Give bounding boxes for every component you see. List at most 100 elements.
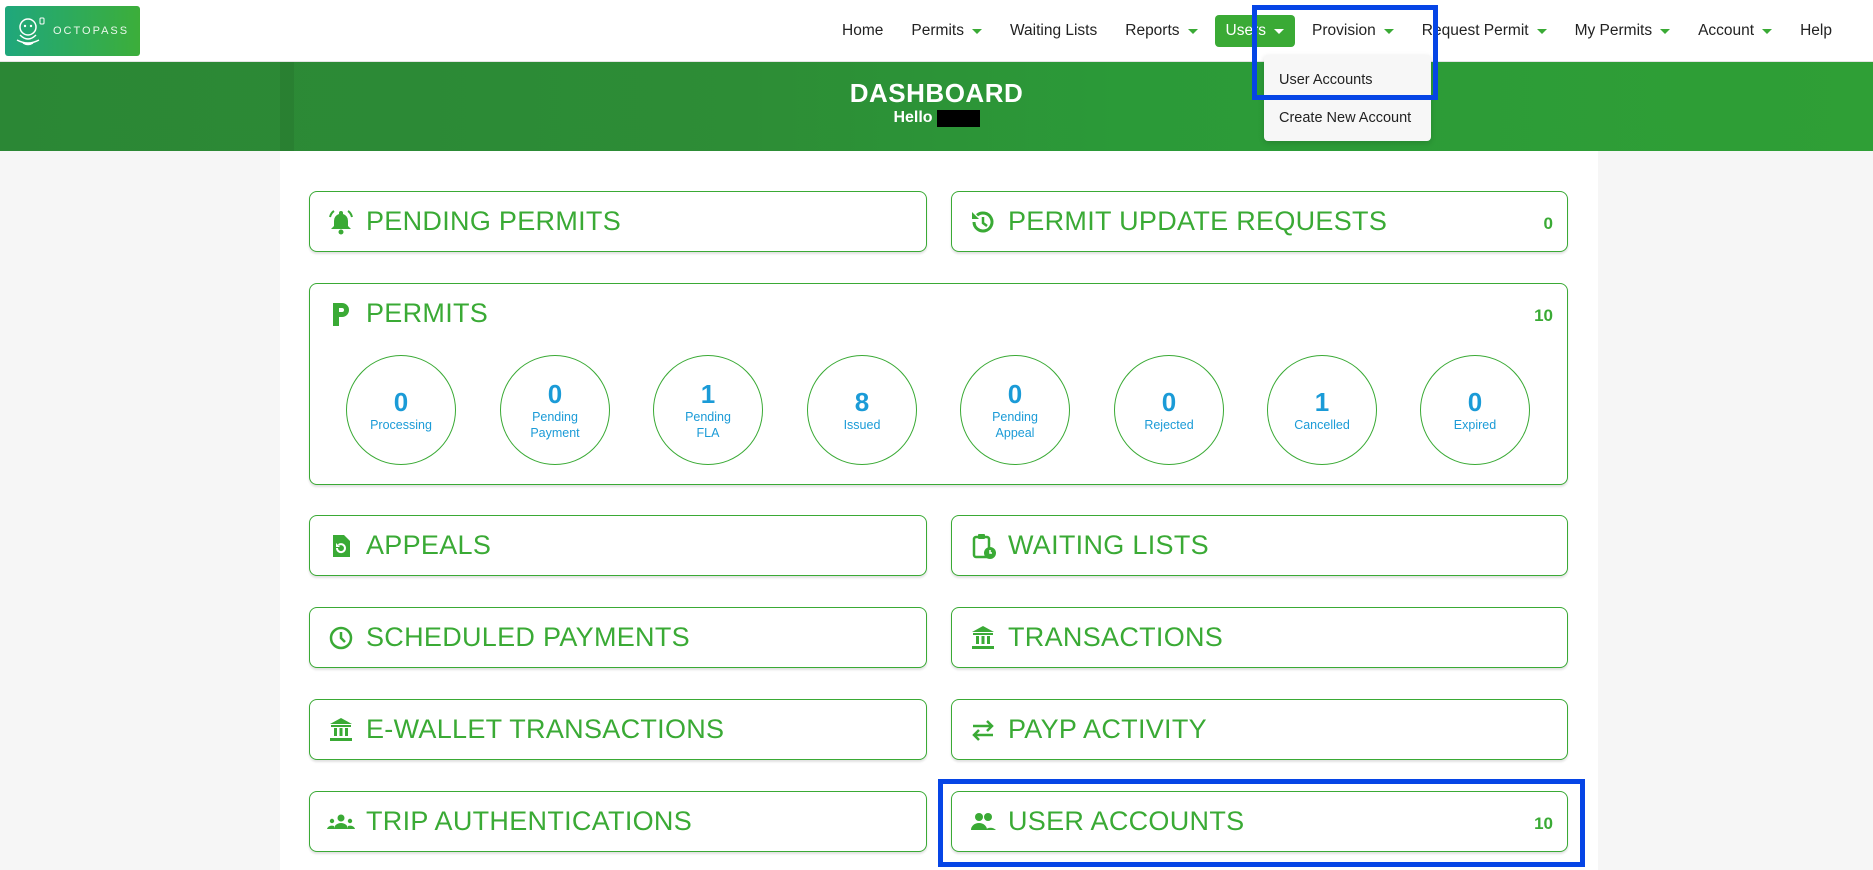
card-title: TRIP AUTHENTICATIONS <box>366 806 693 836</box>
nav-home[interactable]: Home <box>831 15 894 47</box>
redacted-username <box>936 109 980 127</box>
dashboard-banner: DASHBOARD Hello <box>0 62 1873 151</box>
octopass-logo[interactable]: OCTOPASS <box>5 6 140 56</box>
card-title: WAITING LISTS <box>1008 530 1209 560</box>
stat-rejected[interactable]: 0 Rejected <box>1114 355 1224 465</box>
bell-icon <box>329 210 353 235</box>
nav-label: Help <box>1800 22 1832 39</box>
card-permit-update-requests[interactable]: PERMIT UPDATE REQUESTS 0 <box>951 191 1568 252</box>
stat-value: 0 <box>393 387 409 417</box>
card-transactions[interactable]: TRANSACTIONS <box>951 607 1568 668</box>
bank-icon <box>330 718 352 741</box>
card-pending-permits[interactable]: PENDING PERMITS <box>309 191 927 252</box>
logo-text: OCTOPASS <box>53 25 130 37</box>
stat-value: 0 <box>547 379 563 409</box>
nav-permits[interactable]: Permits <box>900 15 993 47</box>
stat-pending-payment[interactable]: 0 Pending Payment <box>500 355 610 465</box>
stat-value: 0 <box>1467 387 1483 417</box>
caret-down-icon <box>1274 28 1285 34</box>
card-count: 10 <box>1534 814 1553 833</box>
card-title: PAYP ACTIVITY <box>1008 714 1207 744</box>
clipboard-clock-icon <box>972 534 996 559</box>
file-undo-icon <box>333 535 350 557</box>
stat-label: Issued <box>843 418 881 432</box>
card-count: 10 <box>1534 306 1553 325</box>
card-waiting-lists[interactable]: WAITING LISTS <box>951 515 1568 576</box>
exchange-arrows-icon <box>972 720 994 741</box>
nav-account[interactable]: Account <box>1687 15 1783 47</box>
stat-cancelled[interactable]: 1 Cancelled <box>1267 355 1377 465</box>
card-title: USER ACCOUNTS <box>1008 806 1245 836</box>
top-navbar: OCTOPASS Home Permits Waiting Lists Repo… <box>0 0 1873 62</box>
menu-item-create-new-account[interactable]: Create New Account <box>1264 101 1431 139</box>
stat-value: 0 <box>1161 387 1177 417</box>
card-title: PERMITS <box>366 298 489 328</box>
nav-label: Users <box>1225 22 1267 39</box>
users-dropdown-menu: User Accounts Create New Account <box>1264 55 1431 141</box>
nav-label: Home <box>842 22 884 39</box>
nav-users[interactable]: Users <box>1214 15 1296 47</box>
card-ewallet-transactions[interactable]: E-WALLET TRANSACTIONS <box>309 699 927 760</box>
bank-icon <box>972 626 994 649</box>
card-trip-authentications[interactable]: TRIP AUTHENTICATIONS <box>309 791 927 852</box>
nav-label: Request Permit <box>1421 22 1529 39</box>
greeting-text: Hello <box>893 109 933 126</box>
caret-down-icon <box>1187 28 1198 34</box>
caret-down-icon <box>1660 28 1671 34</box>
card-title: APPEALS <box>366 530 492 560</box>
stat-label: Processing <box>370 418 432 432</box>
stat-issued[interactable]: 8 Issued <box>807 355 917 465</box>
card-title: SCHEDULED PAYMENTS <box>366 622 690 652</box>
nav-reports[interactable]: Reports <box>1114 15 1208 47</box>
stat-pending-fla[interactable]: 1 Pending FLA <box>653 355 763 465</box>
card-title: PENDING PERMITS <box>366 206 622 236</box>
page-title: DASHBOARD <box>849 78 1024 108</box>
people-group-icon <box>327 814 355 829</box>
card-appeals[interactable]: APPEALS <box>309 515 927 576</box>
caret-down-icon <box>971 28 982 34</box>
card-payp-activity[interactable]: PAYP ACTIVITY <box>951 699 1568 760</box>
clock-icon <box>329 626 353 650</box>
card-title: PERMIT UPDATE REQUESTS <box>1008 206 1388 236</box>
stat-value: 1 <box>1314 387 1330 417</box>
card-title: TRANSACTIONS <box>1008 622 1224 652</box>
nav-help[interactable]: Help <box>1789 15 1843 47</box>
nav-label: Provision <box>1312 22 1376 39</box>
menu-item-user-accounts[interactable]: User Accounts <box>1264 63 1431 101</box>
dashboard-content <box>280 151 1598 870</box>
stat-label: Cancelled <box>1294 418 1350 432</box>
octopus-icon <box>16 17 45 46</box>
users-icon <box>971 813 996 830</box>
stat-pending-appeal[interactable]: 0 Pending Appeal <box>960 355 1070 465</box>
caret-down-icon <box>1762 28 1773 34</box>
nav-my-permits[interactable]: My Permits <box>1564 15 1682 47</box>
greeting: Hello <box>0 109 1873 127</box>
main-menu: Home Permits Waiting Lists Reports Users… <box>831 0 1843 62</box>
stat-value: 1 <box>700 379 716 409</box>
stat-label: Pending Appeal <box>992 410 1038 440</box>
stat-label: Rejected <box>1144 418 1194 432</box>
caret-down-icon <box>1383 28 1394 34</box>
nav-label: Reports <box>1125 22 1180 39</box>
card-title: E-WALLET TRANSACTIONS <box>366 714 725 744</box>
stat-label: Pending Payment <box>530 410 580 440</box>
stat-processing[interactable]: 0 Processing <box>346 355 456 465</box>
card-permits: PERMITS 10 <box>309 283 1568 485</box>
nav-label: My Permits <box>1574 22 1653 39</box>
nav-label: Permits <box>911 22 964 39</box>
caret-down-icon <box>1536 28 1547 34</box>
stat-value: 8 <box>854 387 870 417</box>
stat-label: Expired <box>1453 418 1497 432</box>
stat-value: 0 <box>1007 379 1023 409</box>
parking-icon <box>333 303 349 326</box>
nav-request-permit[interactable]: Request Permit <box>1411 15 1558 47</box>
card-count: 0 <box>1543 214 1553 233</box>
stat-expired[interactable]: 0 Expired <box>1420 355 1530 465</box>
card-user-accounts[interactable]: USER ACCOUNTS 10 <box>951 791 1568 852</box>
nav-waiting-lists[interactable]: Waiting Lists <box>999 15 1108 47</box>
nav-label: Waiting Lists <box>1009 22 1098 39</box>
stat-label: Pending FLA <box>685 410 731 440</box>
card-scheduled-payments[interactable]: SCHEDULED PAYMENTS <box>309 607 927 668</box>
history-icon <box>972 211 994 233</box>
nav-provision[interactable]: Provision <box>1301 15 1405 47</box>
